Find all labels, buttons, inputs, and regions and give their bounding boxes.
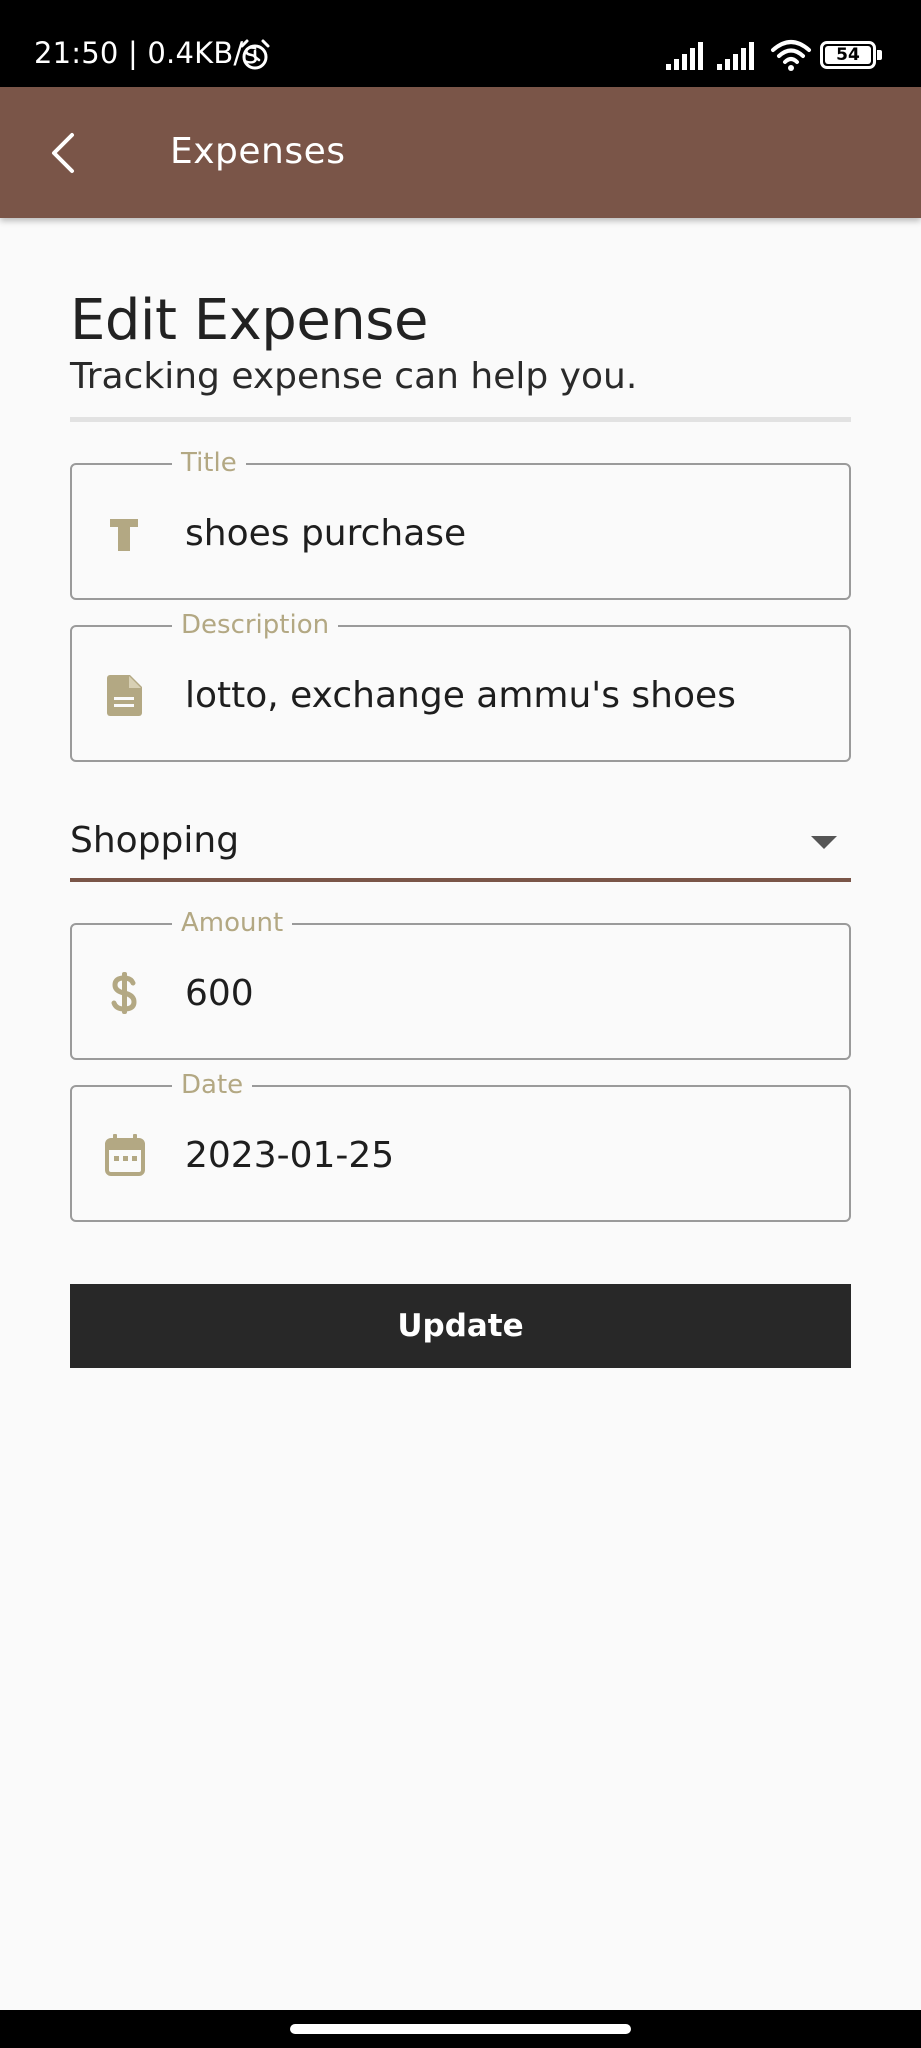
status-bar: 21:50 | 0.4KB/s 54 xyxy=(0,0,921,87)
home-indicator[interactable] xyxy=(290,2024,631,2034)
dollar-icon xyxy=(111,972,137,1014)
category-select[interactable]: Shopping xyxy=(70,810,851,882)
title-field-value: shoes purchase xyxy=(185,513,467,554)
title-field[interactable]: Title shoes purchase xyxy=(70,448,851,600)
alarm-icon xyxy=(240,39,270,70)
description-field-label: Description xyxy=(172,610,339,640)
page-title: Edit Expense xyxy=(70,288,428,353)
calendar-icon xyxy=(105,1134,145,1176)
app-bar: Expenses xyxy=(0,87,921,218)
amount-field[interactable]: Amount 600 xyxy=(70,908,851,1060)
title-field-label: Title xyxy=(172,448,246,478)
update-button[interactable]: Update xyxy=(70,1284,851,1368)
amount-field-label: Amount xyxy=(172,908,293,938)
battery-icon: 54 xyxy=(820,41,882,69)
dropdown-caret-icon xyxy=(811,836,837,849)
amount-field-value: 600 xyxy=(185,973,254,1014)
date-field-label: Date xyxy=(172,1070,253,1100)
category-select-underline xyxy=(70,878,851,882)
battery-level: 54 xyxy=(836,45,860,65)
date-field[interactable]: Date 2023-01-25 xyxy=(70,1070,851,1222)
chevron-left-icon[interactable] xyxy=(44,127,84,179)
signal-icon xyxy=(717,42,754,70)
status-time-speed: 21:50 | 0.4KB/s xyxy=(34,36,259,70)
date-field-value: 2023-01-25 xyxy=(185,1135,395,1176)
app-bar-title: Expenses xyxy=(170,131,346,172)
description-field-value: lotto, exchange ammu's shoes xyxy=(185,675,736,716)
description-field[interactable]: Description lotto, exchange ammu's shoes xyxy=(70,610,851,762)
wifi-icon xyxy=(771,40,811,71)
page-subtitle: Tracking expense can help you. xyxy=(70,356,638,397)
navigation-bar xyxy=(0,2010,921,2048)
document-icon xyxy=(107,675,142,716)
text-t-icon xyxy=(110,519,138,551)
divider xyxy=(70,417,851,422)
signal-icon xyxy=(666,42,703,70)
category-select-value: Shopping xyxy=(70,820,240,861)
